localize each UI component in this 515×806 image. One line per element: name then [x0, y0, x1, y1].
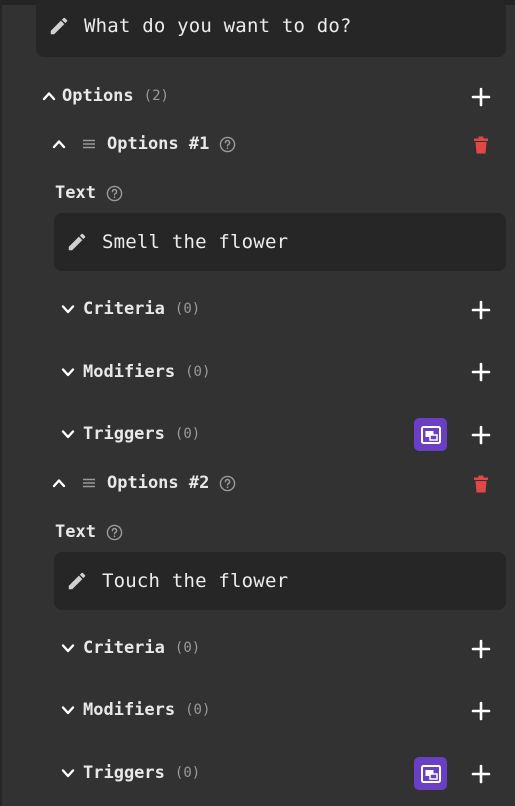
option-2-text-label: Text: [55, 522, 96, 542]
drag-handle-icon[interactable]: [82, 137, 96, 151]
option-1-modifiers[interactable]: Modifiers (0): [61, 359, 210, 385]
image-icon: [420, 425, 441, 444]
add-trigger-button[interactable]: [471, 764, 491, 784]
chevron-down-icon: [61, 706, 75, 715]
delete-option-1-button[interactable]: [473, 136, 489, 154]
drag-handle-icon[interactable]: [82, 476, 96, 490]
option-2-criteria-count: (0): [174, 640, 201, 656]
option-2-triggers-count: (0): [174, 765, 201, 781]
pencil-icon: [68, 233, 86, 251]
option-1-text-label: Text: [55, 183, 96, 203]
help-icon[interactable]: [106, 185, 123, 202]
chevron-up-icon: [42, 92, 56, 101]
pencil-icon: [68, 572, 86, 590]
option-1-criteria-count: (0): [174, 301, 201, 317]
option-2-text-value: Touch the flower: [102, 570, 289, 592]
option-2-criteria[interactable]: Criteria (0): [61, 635, 200, 661]
chevron-down-icon: [61, 368, 75, 377]
prompt-field[interactable]: What do you want to do?: [36, 0, 506, 57]
option-2-modifiers-count: (0): [185, 702, 211, 718]
option-1-criteria-label: Criteria: [83, 299, 165, 319]
chevron-down-icon: [61, 644, 75, 653]
option-2-criteria-label: Criteria: [83, 638, 165, 658]
add-option-button[interactable]: [471, 87, 491, 107]
add-trigger-button[interactable]: [471, 425, 491, 445]
option-1-triggers-count: (0): [174, 426, 201, 442]
help-icon[interactable]: [106, 524, 123, 541]
trigger-action-button[interactable]: [414, 418, 447, 451]
option-1-triggers[interactable]: Triggers (0): [61, 421, 200, 447]
chevron-down-icon: [61, 305, 75, 314]
add-modifier-button[interactable]: [471, 362, 491, 382]
delete-option-2-button[interactable]: [473, 475, 489, 493]
pencil-icon: [50, 17, 68, 35]
chevron-down-icon: [61, 769, 75, 778]
option-1-text-field[interactable]: Smell the flower: [54, 213, 506, 271]
option-1-triggers-label: Triggers: [83, 424, 165, 444]
image-icon: [420, 764, 441, 783]
option-2-text-field[interactable]: Touch the flower: [54, 552, 506, 610]
option-1-text-value: Smell the flower: [102, 231, 289, 253]
option-2-header[interactable]: Options #2: [52, 470, 236, 496]
options-header-count: (2): [143, 88, 169, 104]
add-criteria-button[interactable]: [471, 639, 491, 659]
option-1-text-label-row: Text: [55, 180, 123, 206]
help-icon[interactable]: [219, 136, 236, 153]
add-modifier-button[interactable]: [471, 701, 491, 721]
option-2-triggers[interactable]: Triggers (0): [61, 760, 200, 786]
option-1-header[interactable]: Options #1: [52, 131, 236, 157]
options-header-label: Options: [62, 86, 134, 106]
help-icon[interactable]: [219, 475, 236, 492]
option-2-modifiers-label: Modifiers: [83, 700, 176, 720]
left-edge: [0, 0, 2, 806]
option-2-modifiers[interactable]: Modifiers (0): [61, 697, 210, 723]
chevron-up-icon: [52, 479, 66, 488]
options-header[interactable]: Options (2): [42, 83, 169, 109]
option-2-triggers-label: Triggers: [83, 763, 165, 783]
chevron-down-icon: [61, 430, 75, 439]
option-1-title: Options #1: [107, 134, 210, 154]
prompt-value: What do you want to do?: [84, 15, 352, 37]
option-1-modifiers-label: Modifiers: [83, 362, 176, 382]
add-criteria-button[interactable]: [471, 300, 491, 320]
option-2-text-label-row: Text: [55, 519, 123, 545]
option-1-modifiers-count: (0): [185, 364, 211, 380]
option-2-title: Options #2: [107, 473, 210, 493]
trigger-action-button[interactable]: [414, 757, 447, 790]
chevron-up-icon: [52, 140, 66, 149]
option-1-criteria[interactable]: Criteria (0): [61, 296, 200, 322]
